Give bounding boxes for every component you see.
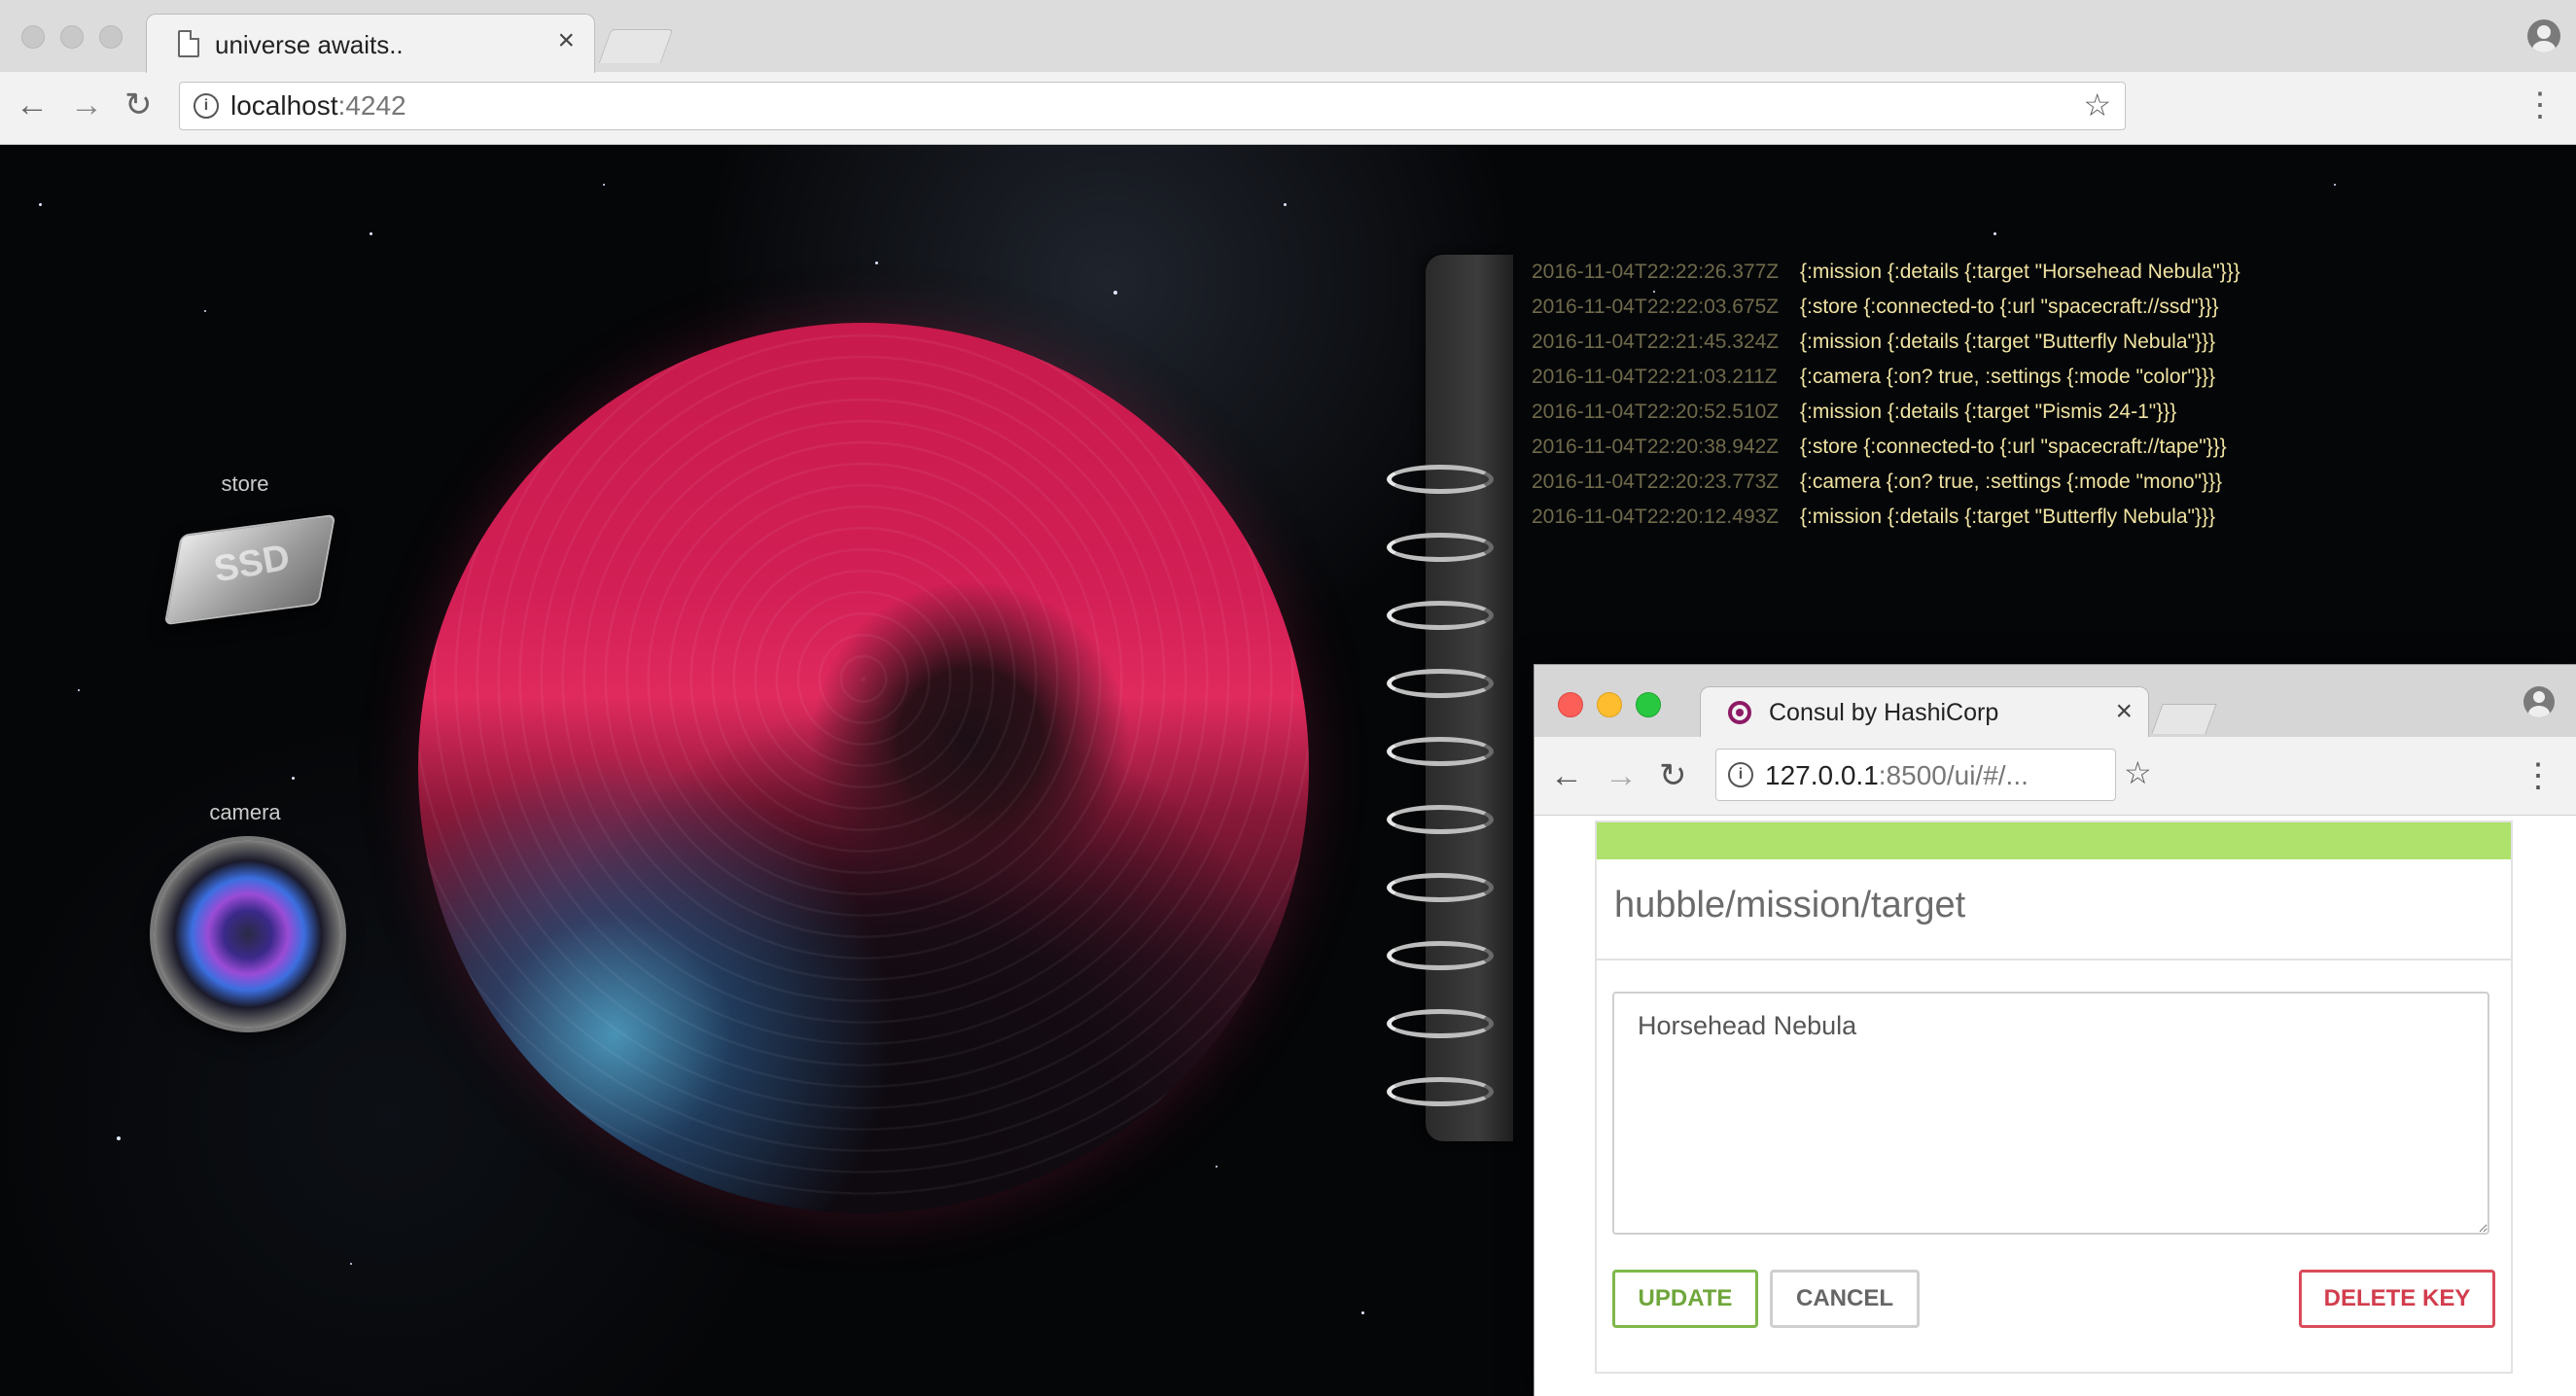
event-log: 2016-11-04T22:22:26.377Z {:mission {:deta… bbox=[1532, 255, 2241, 535]
popup-menu-icon[interactable]: ⋮ bbox=[2522, 756, 2555, 795]
log-message: {:mission {:details {:target "Pismis 24-… bbox=[1800, 401, 2177, 423]
log-message: {:mission {:details {:target "Butterfly … bbox=[1800, 331, 2215, 353]
log-message: {:store {:connected-to {:url "spacecraft… bbox=[1800, 296, 2219, 318]
consul-logo-icon bbox=[1728, 701, 1751, 724]
log-message: {:mission {:details {:target "Horsehead … bbox=[1800, 261, 2241, 283]
notebook-ring bbox=[1387, 465, 1494, 494]
popup-profile-icon[interactable] bbox=[2523, 686, 2555, 717]
popup-tab-close-icon[interactable]: × bbox=[2115, 695, 2133, 728]
notebook-ring bbox=[1387, 601, 1494, 630]
close-window-button[interactable] bbox=[21, 25, 45, 49]
log-row: 2016-11-04T22:20:23.773Z {:camera {:on? t… bbox=[1532, 465, 2241, 500]
back-icon[interactable]: ← bbox=[16, 86, 49, 124]
popup-reload-icon[interactable]: ↻ bbox=[1659, 756, 1687, 795]
key-path-title: hubble/mission/target bbox=[1614, 885, 1966, 925]
log-row: 2016-11-04T22:20:12.493Z {:mission {:deta… bbox=[1532, 500, 2241, 535]
url-text: localhost:4242 bbox=[230, 90, 406, 122]
log-message: {:mission {:details {:target "Butterfly … bbox=[1800, 506, 2215, 528]
value-textarea[interactable]: Horsehead Nebula bbox=[1612, 992, 2489, 1235]
address-bar[interactable]: i localhost:4242 ☆ bbox=[179, 82, 2126, 130]
notebook-ring bbox=[1387, 873, 1494, 902]
bookmark-star-icon[interactable]: ☆ bbox=[2083, 87, 2111, 123]
page-icon bbox=[178, 30, 199, 57]
browser-chrome: universe awaits.. × ← → ↻ i localhost:42… bbox=[0, 0, 2576, 145]
kv-editor-panel: hubble/mission/target Horsehead Nebula U… bbox=[1595, 820, 2513, 1374]
kv-divider bbox=[1597, 959, 2511, 960]
log-message: {:camera {:on? true, :settings {:mode "m… bbox=[1800, 471, 2223, 493]
log-timestamp: 2016-11-04T22:20:38.942Z bbox=[1532, 436, 1780, 458]
tab-title: universe awaits.. bbox=[215, 30, 404, 59]
forward-icon[interactable]: → bbox=[70, 86, 103, 124]
popup-address-bar[interactable]: i 127.0.0.1:8500/ui/#/... bbox=[1715, 749, 2116, 801]
log-row: 2016-11-04T22:21:45.324Z {:mission {:deta… bbox=[1532, 325, 2241, 360]
tab-consul[interactable]: Consul by HashiCorp × bbox=[1700, 686, 2149, 738]
notebook-ring bbox=[1387, 669, 1494, 698]
popup-minimize-button[interactable] bbox=[1597, 692, 1622, 717]
popup-url-host: 127.0.0.1 bbox=[1765, 760, 1879, 790]
log-row: 2016-11-04T22:20:52.510Z {:mission {:deta… bbox=[1532, 395, 2241, 430]
popup-forward-icon[interactable]: → bbox=[1605, 756, 1638, 795]
store-label: store bbox=[221, 471, 269, 496]
notebook-ring bbox=[1387, 805, 1494, 834]
cancel-button[interactable]: CANCEL bbox=[1770, 1270, 1920, 1328]
log-message: {:store {:connected-to {:url "spacecraft… bbox=[1800, 436, 2227, 458]
update-button[interactable]: UPDATE bbox=[1612, 1270, 1758, 1328]
popup-tab-strip: Consul by HashiCorp × bbox=[1535, 665, 2576, 738]
info-icon[interactable]: i bbox=[194, 93, 219, 119]
reload-icon[interactable]: ↻ bbox=[124, 86, 153, 124]
url-host: localhost bbox=[230, 90, 338, 121]
popup-navbar: ← → ↻ i 127.0.0.1:8500/ui/#/... ☆ ⋮ bbox=[1535, 737, 2576, 816]
kv-status-bar bbox=[1597, 822, 2511, 859]
delete-key-button[interactable]: DELETE KEY bbox=[2299, 1270, 2495, 1328]
log-row: 2016-11-04T22:22:26.377Z {:mission {:deta… bbox=[1532, 255, 2241, 290]
notebook-ring bbox=[1387, 737, 1494, 766]
browser-menu-icon[interactable]: ⋮ bbox=[2523, 86, 2557, 124]
popup-zoom-button[interactable] bbox=[1636, 692, 1661, 717]
popup-bookmark-star-icon[interactable]: ☆ bbox=[2124, 754, 2566, 791]
camera-lens-icon[interactable] bbox=[154, 840, 342, 1029]
ssd-store-icon[interactable]: SSD bbox=[156, 505, 340, 626]
log-message: {:camera {:on? true, :settings {:mode "c… bbox=[1800, 366, 2216, 388]
log-timestamp: 2016-11-04T22:21:03.211Z bbox=[1532, 366, 1778, 388]
popup-back-icon[interactable]: ← bbox=[1550, 756, 1583, 795]
popup-url-text: 127.0.0.1:8500/ui/#/... bbox=[1765, 760, 2029, 791]
popup-close-button[interactable] bbox=[1558, 692, 1583, 717]
notebook-ring bbox=[1387, 941, 1494, 970]
notebook-ring bbox=[1387, 1077, 1494, 1106]
minimize-window-button[interactable] bbox=[60, 25, 84, 49]
log-timestamp: 2016-11-04T22:22:26.377Z bbox=[1532, 261, 1780, 283]
camera-label: camera bbox=[209, 800, 281, 824]
popup-url-rest: :8500/ui/#/... bbox=[1878, 760, 2029, 790]
consul-popup-window: Consul by HashiCorp × ← → ↻ i 127.0.0.1:… bbox=[1535, 665, 2576, 1396]
log-timestamp: 2016-11-04T22:20:52.510Z bbox=[1532, 401, 1780, 423]
horsehead-nebula-image bbox=[418, 323, 1309, 1213]
new-tab-button[interactable] bbox=[598, 29, 674, 63]
log-timestamp: 2016-11-04T22:20:12.493Z bbox=[1532, 506, 1780, 528]
popup-info-icon[interactable]: i bbox=[1728, 762, 1753, 787]
tab-close-icon[interactable]: × bbox=[557, 26, 575, 55]
zoom-window-button[interactable] bbox=[99, 25, 123, 49]
popup-new-tab-button[interactable] bbox=[2151, 704, 2217, 734]
notebook-ring bbox=[1387, 533, 1494, 562]
notebook-ring bbox=[1387, 1009, 1494, 1038]
log-row: 2016-11-04T22:20:38.942Z {:store {:connec… bbox=[1532, 430, 2241, 465]
tab-strip: universe awaits.. × bbox=[0, 0, 2576, 73]
nebula-texture bbox=[418, 323, 1309, 1213]
popup-tab-title: Consul by HashiCorp bbox=[1769, 699, 1999, 726]
profile-icon[interactable] bbox=[2527, 19, 2560, 52]
log-timestamp: 2016-11-04T22:21:45.324Z bbox=[1532, 331, 1780, 353]
log-row: 2016-11-04T22:21:03.211Z {:camera {:on? t… bbox=[1532, 360, 2241, 395]
log-timestamp: 2016-11-04T22:20:23.773Z bbox=[1532, 471, 1780, 493]
url-port: :4242 bbox=[337, 90, 406, 121]
tab-universe[interactable]: universe awaits.. × bbox=[146, 14, 595, 73]
log-timestamp: 2016-11-04T22:22:03.675Z bbox=[1532, 296, 1780, 318]
log-row: 2016-11-04T22:22:03.675Z {:store {:connec… bbox=[1532, 290, 2241, 325]
